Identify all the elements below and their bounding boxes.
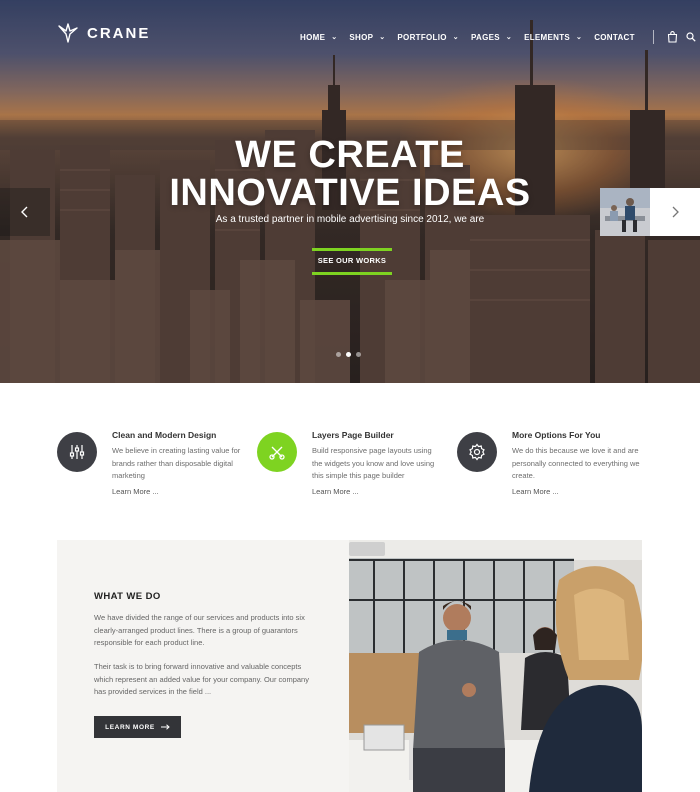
nav-shop[interactable]: SHOP ⌄ xyxy=(349,33,385,42)
what-we-do-paragraph1: We have divided the range of our service… xyxy=(94,613,305,648)
arrow-right-icon xyxy=(160,724,170,730)
tools-icon xyxy=(257,432,297,472)
chevron-down-icon: ⌄ xyxy=(331,34,338,41)
feature-text: We do this because we love it and are pe… xyxy=(512,446,640,481)
feature-title: Clean and Modern Design xyxy=(112,430,217,440)
what-we-do-paragraph2: Their task is to bring forward innovativ… xyxy=(94,662,309,697)
office-team-image xyxy=(349,540,642,792)
slider-dot-active[interactable] xyxy=(346,352,351,357)
nav-home[interactable]: HOME ⌄ xyxy=(300,33,337,42)
learn-more-link[interactable]: Learn More ... xyxy=(512,487,559,496)
nav-shop-label: SHOP xyxy=(349,32,374,42)
learn-more-link[interactable]: Learn More ... xyxy=(312,487,359,496)
chevron-down-icon: ⌄ xyxy=(576,34,583,41)
hero-subtitle: As a trusted partner in mobile advertisi… xyxy=(215,214,485,225)
what-we-do-title: WHAT WE DO xyxy=(94,591,161,602)
slider-dot[interactable] xyxy=(356,352,361,357)
site-header: CRANE HOME ⌄ SHOP ⌄ PORTFOLIO ⌄ PAGES ⌄ … xyxy=(0,0,700,70)
hero-button-bottom-line xyxy=(312,272,392,275)
main-nav: HOME ⌄ SHOP ⌄ PORTFOLIO ⌄ PAGES ⌄ ELEMEN… xyxy=(300,30,698,44)
logo-text: CRANE xyxy=(87,24,151,42)
logo[interactable]: CRANE xyxy=(57,22,150,44)
what-we-do-panel: WHAT WE DO We have divided the range of … xyxy=(57,540,349,792)
learn-more-button-label: LEARN MORE xyxy=(105,723,155,731)
nav-portfolio-label: PORTFOLIO xyxy=(397,32,447,42)
see-our-works-button[interactable]: SEE OUR WORKS xyxy=(300,256,404,265)
chevron-down-icon: ⌄ xyxy=(379,34,386,41)
feature-title: More Options For You xyxy=(512,430,601,440)
nav-pages[interactable]: PAGES ⌄ xyxy=(471,33,512,42)
crane-bird-icon xyxy=(58,23,78,43)
nav-elements[interactable]: ELEMENTS ⌄ xyxy=(524,33,582,42)
feature-page-builder: Layers Page Builder Build responsive pag… xyxy=(257,430,457,500)
hero-button-top-line xyxy=(312,248,392,251)
sliders-icon xyxy=(57,432,97,472)
chevron-down-icon: ⌄ xyxy=(452,34,459,41)
nav-contact[interactable]: CONTACT xyxy=(594,33,635,42)
nav-divider xyxy=(652,30,654,44)
chevron-down-icon: ⌄ xyxy=(505,34,513,41)
hero-title-line2: INNOVATIVE IDEAS xyxy=(169,172,531,214)
feature-clean-design: Clean and Modern Design We believe in cr… xyxy=(57,430,257,500)
gear-icon xyxy=(457,432,497,472)
hero-title: WE CREATE INNOVATIVE IDEAS xyxy=(0,136,700,212)
slider-dots xyxy=(336,352,361,357)
hero-slider: CRANE HOME ⌄ SHOP ⌄ PORTFOLIO ⌄ PAGES ⌄ … xyxy=(0,0,700,383)
learn-more-link[interactable]: Learn More ... xyxy=(112,487,159,496)
nav-elements-label: ELEMENTS xyxy=(524,32,571,42)
nav-home-label: HOME xyxy=(300,32,326,42)
feature-title: Layers Page Builder xyxy=(312,430,394,440)
learn-more-button[interactable]: LEARN MORE xyxy=(94,716,181,738)
nav-contact-label: CONTACT xyxy=(594,32,635,42)
cart-icon[interactable] xyxy=(666,30,680,44)
slider-dot[interactable] xyxy=(336,352,341,357)
feature-text: Build responsive page layouts using the … xyxy=(312,446,435,481)
slider-next-button[interactable] xyxy=(650,188,700,236)
chevron-right-icon xyxy=(672,206,679,218)
nav-portfolio[interactable]: PORTFOLIO ⌄ xyxy=(397,33,459,42)
slider-prev-button[interactable] xyxy=(0,188,50,236)
feature-more-options: More Options For You We do this because … xyxy=(457,430,657,500)
nav-pages-label: PAGES xyxy=(470,32,500,42)
chevron-left-icon xyxy=(21,206,28,218)
hero-title-line1: WE CREATE xyxy=(235,134,465,176)
feature-text: We believe in creating lasting value for… xyxy=(112,446,241,481)
next-slide-thumbnail[interactable] xyxy=(600,188,650,236)
search-icon[interactable] xyxy=(684,30,698,44)
